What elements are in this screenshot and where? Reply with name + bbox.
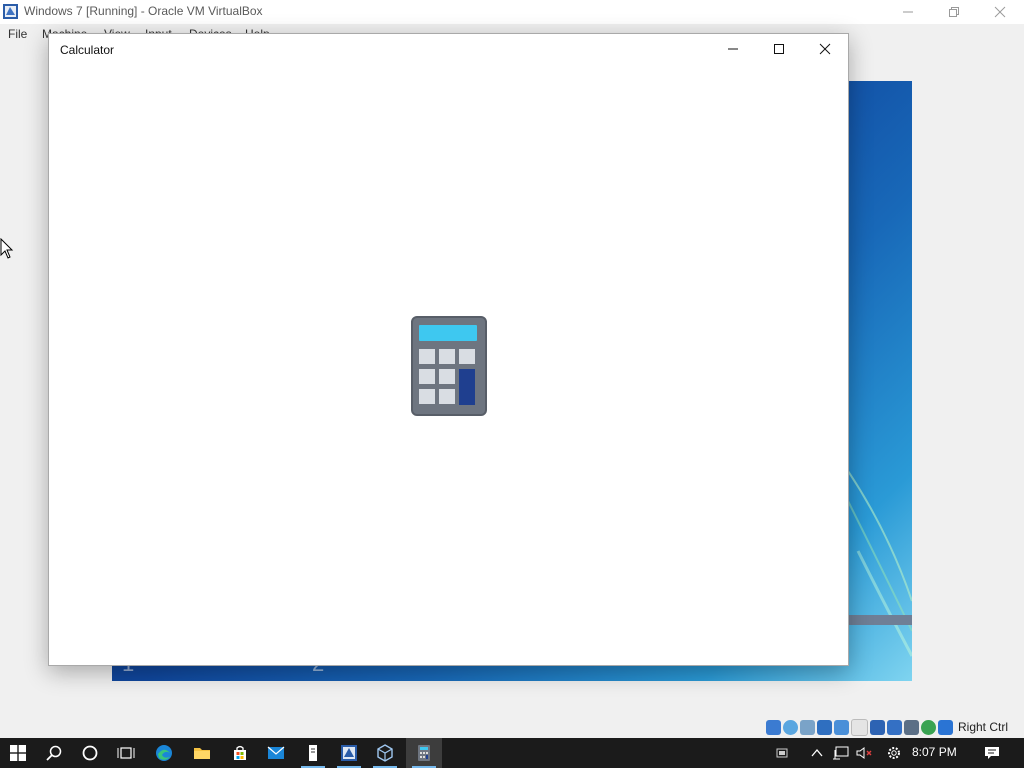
vbox-restore-button[interactable] — [931, 0, 977, 24]
search-button[interactable] — [36, 738, 72, 768]
calculator-window[interactable]: Calculator — [48, 33, 849, 666]
start-icon — [10, 745, 26, 761]
keyboard-capture-icon[interactable] — [938, 719, 953, 735]
restore-icon — [949, 7, 959, 17]
menu-file[interactable]: File — [8, 27, 27, 41]
virtualbox-cube-icon — [377, 744, 393, 762]
taskbar-calculator[interactable] — [406, 738, 442, 768]
action-center-button[interactable] — [980, 738, 1004, 768]
volume-muted-icon — [856, 747, 872, 759]
tray-language[interactable] — [771, 738, 793, 768]
file-explorer-icon — [194, 748, 210, 759]
clock[interactable]: 8:07 PM — [912, 745, 957, 759]
display-icon[interactable] — [870, 719, 885, 735]
taskbar-edge[interactable] — [146, 738, 182, 768]
taskbar-store[interactable] — [222, 738, 258, 768]
edge-icon — [156, 745, 172, 761]
cortana-button[interactable] — [72, 738, 108, 768]
minimize-icon — [903, 11, 913, 13]
calculator-splash-icon — [411, 316, 487, 416]
minimize-icon — [728, 48, 738, 50]
vbox-minimize-button[interactable] — [885, 0, 931, 24]
taskbar-notepad[interactable] — [295, 738, 331, 768]
calculator-title: Calculator — [60, 43, 115, 57]
mail-icon — [267, 746, 285, 759]
network-icon — [833, 746, 849, 760]
task-view-button[interactable] — [108, 738, 144, 768]
taskbar-virtualbox-vm[interactable] — [367, 738, 403, 768]
virtualbox-icon — [341, 745, 357, 761]
vbox-statusbar: Right Ctrl — [766, 718, 1008, 736]
video-capture-icon[interactable] — [887, 719, 902, 735]
store-icon — [234, 745, 246, 760]
tray-show-hidden[interactable] — [806, 738, 828, 768]
close-icon — [819, 43, 831, 55]
notification-icon — [985, 747, 999, 759]
task-view-icon — [117, 747, 135, 759]
input-indicator-icon — [776, 748, 788, 758]
mouse-cursor-icon — [0, 238, 14, 259]
hard-disk-icon[interactable] — [766, 719, 781, 735]
calc-close-button[interactable] — [802, 34, 848, 64]
start-button[interactable] — [0, 738, 36, 768]
cortana-icon — [82, 745, 98, 761]
calc-maximize-button[interactable] — [756, 34, 802, 64]
calculator-icon — [418, 745, 430, 761]
optical-drive-icon[interactable] — [783, 719, 798, 735]
virtualbox-app-icon — [3, 4, 18, 19]
tray-volume[interactable] — [854, 738, 876, 768]
notepad-icon — [309, 745, 317, 761]
network-icon[interactable] — [817, 719, 832, 735]
mouse-integration-icon[interactable] — [921, 719, 936, 735]
host-key-label: Right Ctrl — [958, 720, 1009, 734]
calc-minimize-button[interactable] — [710, 34, 756, 64]
chevron-up-icon — [811, 748, 823, 757]
vbox-close-button[interactable] — [977, 0, 1023, 24]
taskbar-virtualbox[interactable] — [331, 738, 367, 768]
guest-taskbar-strip — [848, 615, 912, 625]
tray-network[interactable] — [830, 738, 852, 768]
tray-settings[interactable] — [883, 738, 905, 768]
search-icon — [46, 745, 62, 761]
usb-icon[interactable] — [834, 719, 849, 735]
taskbar: 8:07 PM — [0, 738, 1024, 768]
guest-wallpaper-swirl — [848, 470, 912, 657]
taskbar-mail[interactable] — [258, 738, 294, 768]
taskbar-file-explorer[interactable] — [184, 738, 220, 768]
gear-icon — [888, 747, 900, 759]
audio-icon[interactable] — [800, 719, 815, 735]
close-icon — [994, 6, 1006, 18]
maximize-icon — [774, 44, 784, 54]
virtualbox-titlebar[interactable]: Windows 7 [Running] - Oracle VM VirtualB… — [0, 0, 1024, 24]
cpu-icon[interactable] — [904, 719, 919, 735]
shared-folders-icon[interactable] — [851, 718, 868, 736]
virtualbox-title: Windows 7 [Running] - Oracle VM VirtualB… — [24, 4, 263, 18]
